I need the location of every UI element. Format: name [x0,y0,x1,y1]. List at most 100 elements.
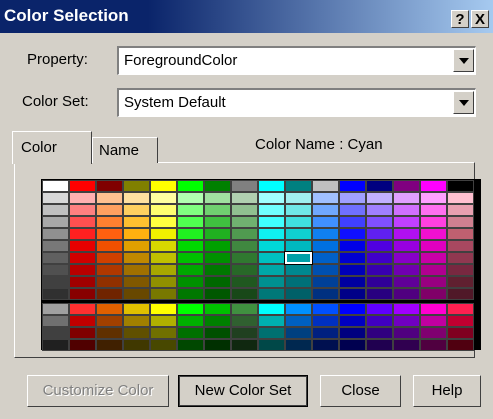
palette-swatch[interactable] [96,240,123,252]
palette-swatch[interactable] [393,240,420,252]
palette-swatch[interactable] [285,327,312,339]
palette-swatch[interactable] [123,240,150,252]
palette-swatch[interactable] [420,192,447,204]
palette-swatch-base[interactable] [96,180,123,192]
palette-swatch[interactable] [150,276,177,288]
palette-swatch[interactable] [258,303,285,315]
palette-swatch[interactable] [447,216,474,228]
palette-swatch[interactable] [123,204,150,216]
palette-swatch[interactable] [447,204,474,216]
palette-swatch-base[interactable] [123,180,150,192]
palette-swatch[interactable] [42,252,69,264]
palette-swatch[interactable] [366,303,393,315]
palette-swatch[interactable] [42,339,69,351]
palette-swatch[interactable] [420,327,447,339]
palette-swatch[interactable] [69,240,96,252]
palette-swatch[interactable] [258,216,285,228]
palette-swatch[interactable] [150,216,177,228]
palette-swatch[interactable] [366,339,393,351]
palette-swatch[interactable] [123,315,150,327]
palette-swatch[interactable] [42,228,69,240]
palette-swatch[interactable] [96,327,123,339]
palette-swatch[interactable] [96,228,123,240]
color-set-combobox[interactable]: System Default [117,88,476,117]
palette-swatch[interactable] [393,204,420,216]
palette-swatch[interactable] [150,264,177,276]
palette-swatch[interactable] [177,327,204,339]
palette-swatch[interactable] [177,252,204,264]
palette-swatch[interactable] [42,288,69,300]
palette-swatch[interactable] [285,315,312,327]
palette-swatch[interactable] [258,288,285,300]
palette-swatch[interactable] [150,339,177,351]
tab-color[interactable]: Color [12,131,92,164]
palette-swatch[interactable] [150,315,177,327]
palette-swatch[interactable] [123,327,150,339]
palette-swatch[interactable] [231,192,258,204]
palette-swatch[interactable] [150,192,177,204]
palette-swatch[interactable] [96,315,123,327]
palette-swatch[interactable] [285,264,312,276]
palette-swatch[interactable] [96,288,123,300]
palette-swatch[interactable] [339,276,366,288]
close-button[interactable]: Close [320,375,401,407]
palette-swatch[interactable] [447,252,474,264]
palette-swatch[interactable] [312,327,339,339]
palette-swatch[interactable] [150,303,177,315]
palette-swatch[interactable] [366,264,393,276]
palette-swatch[interactable] [177,303,204,315]
palette-swatch[interactable] [96,339,123,351]
palette-swatch[interactable] [366,228,393,240]
palette-swatch[interactable] [447,276,474,288]
palette-swatch[interactable] [96,252,123,264]
palette-swatch[interactable] [285,276,312,288]
palette-swatch[interactable] [123,252,150,264]
palette-swatch[interactable] [339,192,366,204]
palette-swatch[interactable] [42,192,69,204]
palette-swatch[interactable] [258,252,285,264]
palette-swatch[interactable] [123,288,150,300]
palette-swatch[interactable] [312,252,339,264]
palette-swatch[interactable] [447,339,474,351]
palette-swatch[interactable] [231,276,258,288]
palette-swatch[interactable] [231,288,258,300]
palette-swatch[interactable] [258,339,285,351]
palette-swatch-base[interactable] [258,180,285,192]
palette-swatch[interactable] [231,339,258,351]
palette-swatch[interactable] [312,315,339,327]
palette-swatch[interactable] [231,204,258,216]
palette-swatch[interactable] [420,288,447,300]
palette-swatch[interactable] [69,252,96,264]
close-icon[interactable]: X [471,10,489,28]
palette-swatch[interactable] [177,339,204,351]
palette-swatch[interactable] [393,288,420,300]
palette-swatch[interactable] [69,204,96,216]
color-set-dropdown-button[interactable] [453,91,474,114]
palette-swatch-base[interactable] [447,180,474,192]
palette-swatch[interactable] [96,303,123,315]
palette-swatch[interactable] [312,216,339,228]
palette-swatch[interactable] [393,228,420,240]
palette-swatch-base[interactable] [231,180,258,192]
palette-swatch[interactable] [339,216,366,228]
palette-swatch[interactable] [366,276,393,288]
palette-swatch[interactable] [123,276,150,288]
palette-swatch[interactable] [312,240,339,252]
help-button[interactable]: Help [413,375,481,407]
palette-swatch[interactable] [366,204,393,216]
palette-swatch-base[interactable] [69,180,96,192]
palette-swatch-base[interactable] [339,180,366,192]
palette-swatch[interactable] [339,252,366,264]
palette-swatch[interactable] [123,228,150,240]
palette-swatch[interactable] [258,315,285,327]
palette-swatch[interactable] [69,228,96,240]
palette-swatch[interactable] [420,303,447,315]
palette-swatch[interactable] [204,303,231,315]
palette-swatch[interactable] [393,264,420,276]
palette-swatch[interactable] [204,264,231,276]
palette-swatch[interactable] [285,192,312,204]
palette-swatch[interactable] [420,204,447,216]
palette-swatch[interactable] [285,288,312,300]
palette-swatch[interactable] [150,327,177,339]
palette-swatch[interactable] [42,240,69,252]
